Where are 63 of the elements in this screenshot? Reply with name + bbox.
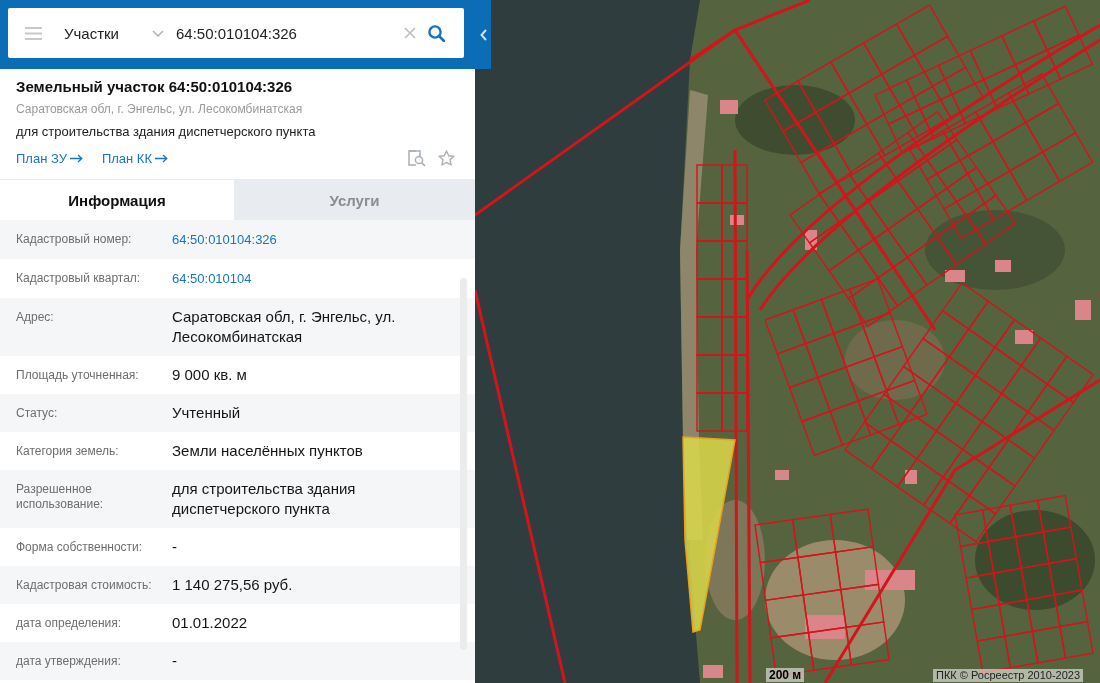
value-link[interactable]: 64:50:010104 (172, 271, 252, 286)
layer-dropdown[interactable]: Участки (64, 24, 164, 42)
document-search-button[interactable] (408, 149, 426, 167)
parcel-block[interactable] (909, 73, 1094, 240)
field-label: Статус: (16, 405, 59, 422)
field-label: Кадастровая стоимость: (16, 577, 153, 594)
parcel-block[interactable] (764, 4, 985, 195)
field-label: Кадастровый номер: (16, 231, 133, 248)
search-button[interactable] (428, 24, 445, 42)
caret-down-icon (152, 29, 164, 37)
object-purpose: для строительства здания диспетчерского пункта (16, 123, 317, 141)
plan-link[interactable]: План ЗУ (16, 150, 83, 166)
chevron-left-icon (479, 28, 487, 41)
field-label: дата утверждения: (16, 653, 122, 670)
building-roof (1015, 330, 1033, 344)
tab[interactable]: Услуги (234, 180, 475, 220)
field-value: 9 000 кв. м (172, 366, 247, 383)
field-label: Разрешенное использование: (16, 481, 105, 513)
field-value: 01.01.2022 (172, 614, 248, 631)
field-value: 1 140 275,56 руб. (172, 576, 293, 593)
parcel-block[interactable] (789, 110, 1017, 328)
field-value: - (172, 652, 177, 669)
search-icon (428, 24, 445, 42)
value-link[interactable]: 64:50:010104:326 (172, 232, 277, 247)
parcel-block[interactable] (754, 508, 890, 677)
menu-button[interactable] (25, 26, 42, 40)
collapse-panel-button[interactable] (475, 0, 491, 69)
document-search-icon (408, 149, 426, 167)
object-title: Земельный участок 64:50:010104:326 (16, 77, 294, 97)
building-roof (730, 215, 744, 225)
scale-label: 200 м (766, 668, 805, 682)
field-label: Площадь уточненная: (16, 367, 140, 384)
field-label: Кадастровый квартал: (16, 270, 142, 287)
building-roof (945, 270, 965, 282)
field-value: Учтенный (172, 404, 241, 421)
field-label: Форма собственности: (16, 539, 144, 556)
search-field[interactable]: 64:50:010104:326 (176, 23, 398, 43)
field-value: Земли населённых пунктов (172, 442, 363, 459)
plan-link[interactable]: План КК (101, 150, 169, 166)
arrow-right-icon (69, 153, 83, 163)
building-roof (703, 665, 723, 678)
field-value: Саратовская обл, г. Энгельс, ул. Лесокомбинатская (172, 308, 396, 345)
menu-icon (25, 26, 42, 40)
building-roof (905, 470, 917, 484)
field-value: для строительства здания диспетчерского пункта (172, 480, 356, 517)
building-roof (995, 260, 1011, 272)
close-icon (404, 27, 416, 39)
map-attribution: ПКК © Росреестр 2010-2023 (933, 669, 1084, 682)
field-label: Адрес: (16, 309, 55, 326)
field-label: Категория земель: (16, 443, 120, 460)
field-value: - (172, 538, 177, 555)
building-roof (720, 100, 738, 114)
field-label: дата определения: (16, 615, 123, 632)
selected-parcel-highlight[interactable] (682, 436, 736, 633)
favorite-button[interactable] (438, 149, 455, 167)
building-roof (1075, 300, 1091, 320)
object-address: Саратовская обл, г. Энгельс, ул. Лесокомбинатская (16, 101, 304, 118)
building-roof (775, 470, 789, 480)
parcel-block[interactable] (844, 281, 1095, 543)
star-icon (438, 150, 455, 166)
clear-button[interactable] (404, 27, 416, 39)
building-roof (805, 615, 845, 639)
arrow-right-icon (155, 153, 169, 163)
